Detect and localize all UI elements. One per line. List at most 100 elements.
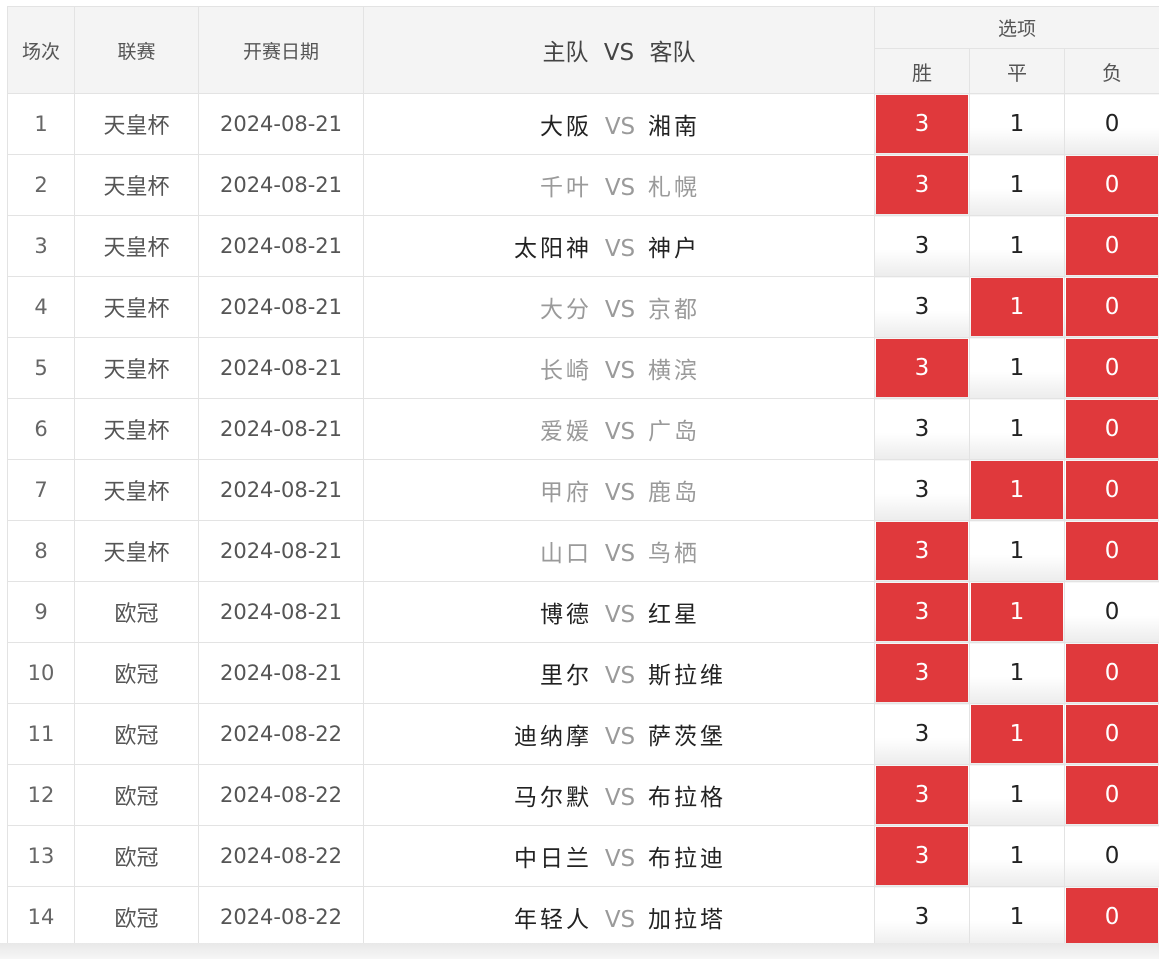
option-win-button[interactable]: 3 bbox=[874, 93, 970, 155]
option-win-button[interactable]: 3 bbox=[874, 215, 970, 277]
option-draw-button[interactable]: 1 bbox=[969, 703, 1065, 765]
option-win-button[interactable]: 3 bbox=[874, 886, 970, 948]
option-lose-value: 0 bbox=[1066, 705, 1159, 763]
option-draw-button[interactable]: 1 bbox=[969, 154, 1065, 216]
option-lose-button[interactable]: 0 bbox=[1063, 398, 1159, 460]
option-win-button[interactable]: 3 bbox=[874, 398, 970, 460]
vs-label: VS bbox=[604, 480, 636, 506]
option-win-button[interactable]: 3 bbox=[874, 154, 970, 216]
vs-label: VS bbox=[604, 724, 636, 750]
row-league: 天皇杯 bbox=[74, 459, 199, 521]
row-num: 10 bbox=[7, 642, 75, 704]
option-draw-button[interactable]: 1 bbox=[969, 764, 1065, 826]
table-row: 13 欧冠 2024-08-22 中日兰 VS 布拉迪 3 1 0 bbox=[7, 825, 1159, 887]
option-lose-value: 0 bbox=[1066, 522, 1159, 580]
table-row: 1 天皇杯 2024-08-21 大阪 VS 湘南 3 1 0 bbox=[7, 93, 1159, 155]
row-date: 2024-08-21 bbox=[198, 459, 364, 521]
option-draw-button[interactable]: 1 bbox=[969, 93, 1065, 155]
option-lose-value: 0 bbox=[1066, 461, 1159, 519]
vs-label: VS bbox=[604, 541, 636, 567]
away-team: 布拉格 bbox=[648, 785, 726, 811]
option-win-button[interactable]: 3 bbox=[874, 703, 970, 765]
option-draw-value: 1 bbox=[971, 705, 1063, 763]
row-match: 年轻人 VS 加拉塔 bbox=[363, 886, 875, 948]
option-lose-button[interactable]: 0 bbox=[1063, 93, 1159, 155]
option-win-value: 3 bbox=[876, 156, 968, 214]
row-date: 2024-08-21 bbox=[198, 398, 364, 460]
row-league: 欧冠 bbox=[74, 642, 199, 704]
option-lose-button[interactable]: 0 bbox=[1063, 276, 1159, 338]
option-draw-button[interactable]: 1 bbox=[969, 459, 1065, 521]
home-team: 爱媛 bbox=[540, 419, 592, 445]
option-lose-button[interactable]: 0 bbox=[1063, 764, 1159, 826]
option-win-button[interactable]: 3 bbox=[874, 825, 970, 887]
option-lose-button[interactable]: 0 bbox=[1063, 703, 1159, 765]
away-team: 横滨 bbox=[648, 358, 700, 384]
option-win-button[interactable]: 3 bbox=[874, 764, 970, 826]
vs-label: VS bbox=[604, 785, 636, 811]
option-draw-button[interactable]: 1 bbox=[969, 398, 1065, 460]
option-win-button[interactable]: 3 bbox=[874, 337, 970, 399]
option-lose-button[interactable]: 0 bbox=[1063, 337, 1159, 399]
option-draw-value: 1 bbox=[1009, 172, 1025, 198]
row-match: 千叶 VS 札幌 bbox=[363, 154, 875, 216]
home-team: 马尔默 bbox=[514, 785, 592, 811]
option-draw-button[interactable]: 1 bbox=[969, 886, 1065, 948]
option-win-value: 3 bbox=[914, 294, 930, 320]
row-league: 天皇杯 bbox=[74, 93, 199, 155]
vs-label: VS bbox=[604, 846, 636, 872]
option-win-button[interactable]: 3 bbox=[874, 642, 970, 704]
option-draw-button[interactable]: 1 bbox=[969, 520, 1065, 582]
row-num: 5 bbox=[7, 337, 75, 399]
row-num: 3 bbox=[7, 215, 75, 277]
option-draw-button[interactable]: 1 bbox=[969, 337, 1065, 399]
option-draw-value: 1 bbox=[971, 278, 1063, 336]
table-row: 5 天皇杯 2024-08-21 长崎 VS 横滨 3 1 0 bbox=[7, 337, 1159, 399]
vs-label: VS bbox=[604, 358, 636, 384]
option-lose-button[interactable]: 0 bbox=[1063, 642, 1159, 704]
away-team: 斯拉维 bbox=[648, 663, 726, 689]
option-lose-button[interactable]: 0 bbox=[1063, 886, 1159, 948]
row-match: 太阳神 VS 神户 bbox=[363, 215, 875, 277]
vs-label: VS bbox=[604, 114, 636, 140]
row-num: 6 bbox=[7, 398, 75, 460]
option-win-button[interactable]: 3 bbox=[874, 459, 970, 521]
option-lose-button[interactable]: 0 bbox=[1063, 520, 1159, 582]
option-win-value: 3 bbox=[914, 904, 930, 930]
option-draw-button[interactable]: 1 bbox=[969, 581, 1065, 643]
row-date: 2024-08-21 bbox=[198, 520, 364, 582]
option-win-value: 3 bbox=[876, 339, 968, 397]
header-away: 客队 bbox=[649, 40, 696, 66]
option-draw-button[interactable]: 1 bbox=[969, 215, 1065, 277]
row-date: 2024-08-21 bbox=[198, 642, 364, 704]
option-draw-value: 1 bbox=[1009, 904, 1025, 930]
option-lose-value: 0 bbox=[1066, 400, 1159, 458]
option-win-button[interactable]: 3 bbox=[874, 581, 970, 643]
option-draw-button[interactable]: 1 bbox=[969, 642, 1065, 704]
option-draw-value: 1 bbox=[1009, 782, 1025, 808]
row-match: 马尔默 VS 布拉格 bbox=[363, 764, 875, 826]
table-row: 11 欧冠 2024-08-22 迪纳摩 VS 萨茨堡 3 1 0 bbox=[7, 703, 1159, 765]
header-options: 选项 bbox=[873, 6, 1159, 49]
option-lose-button[interactable]: 0 bbox=[1063, 459, 1159, 521]
option-draw-button[interactable]: 1 bbox=[969, 825, 1065, 887]
vs-label: VS bbox=[604, 175, 636, 201]
vs-label: VS bbox=[604, 907, 636, 933]
header-vs: VS bbox=[603, 40, 635, 66]
option-draw-value: 1 bbox=[1009, 660, 1025, 686]
row-league: 欧冠 bbox=[74, 581, 199, 643]
option-lose-button[interactable]: 0 bbox=[1063, 581, 1159, 643]
header-lose: 负 bbox=[1063, 48, 1159, 94]
option-draw-button[interactable]: 1 bbox=[969, 276, 1065, 338]
table-row: 6 天皇杯 2024-08-21 爱媛 VS 广岛 3 1 0 bbox=[7, 398, 1159, 460]
option-win-value: 3 bbox=[914, 477, 930, 503]
option-lose-button[interactable]: 0 bbox=[1063, 825, 1159, 887]
option-win-value: 3 bbox=[914, 721, 930, 747]
table-row: 2 天皇杯 2024-08-21 千叶 VS 札幌 3 1 0 bbox=[7, 154, 1159, 216]
bottom-scroll-bar bbox=[0, 943, 1159, 959]
option-win-button[interactable]: 3 bbox=[874, 520, 970, 582]
option-win-button[interactable]: 3 bbox=[874, 276, 970, 338]
row-date: 2024-08-22 bbox=[198, 886, 364, 948]
option-lose-button[interactable]: 0 bbox=[1063, 154, 1159, 216]
option-lose-button[interactable]: 0 bbox=[1063, 215, 1159, 277]
